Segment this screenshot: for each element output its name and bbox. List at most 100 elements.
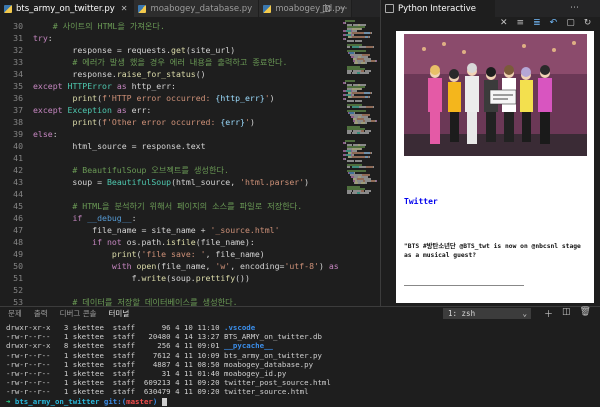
minimap-line <box>359 46 366 48</box>
terminal-select[interactable]: 1: zsh ⌄ <box>443 308 531 319</box>
split-terminal-icon[interactable]: ◫ <box>562 307 571 320</box>
line-number: 49 <box>0 248 23 260</box>
minimap-line <box>373 46 374 48</box>
code-line: 39else: <box>0 128 340 140</box>
code-line: 45 # HTML을 분석하기 위해서 페이지의 소스를 파일로 저장한다. <box>0 200 340 212</box>
more-actions-icon[interactable]: ⋯ <box>339 4 348 14</box>
output-link-twitter[interactable]: Twitter <box>404 197 438 206</box>
terminal-meta: -rw-r--r-- 1 skettee staff 31 4 11 01:40 <box>6 369 224 378</box>
minimap-line <box>366 106 373 108</box>
undo-icon[interactable]: ↶ <box>550 18 558 32</box>
minimap-line <box>349 46 350 48</box>
expand-icon[interactable]: ≣ <box>533 18 541 32</box>
code-token: as <box>117 81 132 91</box>
code-line: 33 # 에러가 발생 했을 경우 에러 내용을 출력하고 종료한다. <box>0 56 340 68</box>
code-token: except <box>33 81 68 91</box>
right-tab-bar: Python Interactive <box>381 0 600 17</box>
code-token: http_err: <box>132 81 176 91</box>
minimap-line <box>360 132 369 134</box>
python-file-icon <box>4 5 12 13</box>
code-token: + <box>201 225 211 235</box>
code-token <box>33 249 112 259</box>
panel-tab[interactable]: 문제 <box>8 308 22 319</box>
panel-tab[interactable]: 출력 <box>34 308 48 319</box>
trash-icon[interactable]: 🗑 <box>580 307 591 320</box>
clear-icon[interactable]: ✕ <box>500 18 508 32</box>
output-image <box>404 34 587 156</box>
line-number: 48 <box>0 236 23 248</box>
code-text: # 에러가 발생 했을 경우 에러 내용을 출력하고 종료한다. <box>33 56 287 68</box>
save-icon[interactable]: ▢ <box>566 18 575 32</box>
code-token: print <box>112 249 137 259</box>
line-number: 37 <box>0 104 23 116</box>
terminal-filename: .vscode <box>224 323 255 332</box>
line-number: 53 <box>0 296 23 306</box>
code-token: print <box>72 117 97 127</box>
line-number: 50 <box>0 260 23 272</box>
close-icon[interactable]: ⋯ <box>570 3 579 13</box>
code-token: if not <box>92 237 127 247</box>
code-token: Exception <box>68 105 117 115</box>
code-token: file_name <box>33 225 141 235</box>
minimap[interactable] <box>340 17 380 306</box>
code-token: requests. <box>122 45 171 55</box>
line-number: 41 <box>0 152 23 164</box>
code-line: 47 file_name = site_name + '_source.html… <box>0 224 340 236</box>
code-text: with open(file_name, 'w', encoding='utf-… <box>33 260 340 272</box>
terminal-prompt[interactable]: ➜ bts_army_on_twitter git:(master) <box>6 397 167 407</box>
code-token: else <box>33 129 53 139</box>
minimap-line <box>360 72 369 74</box>
terminal-filename: __pycache__ <box>224 341 273 350</box>
code-line: 35except HTTPError as http_err: <box>0 80 340 92</box>
output-divider <box>404 285 524 286</box>
minimap-line <box>373 166 374 168</box>
terminal-meta: -rw-r--r-- 1 skettee staff 7612 4 11 10:… <box>6 351 224 360</box>
code-line: 30 # 사이트의 HTML을 가져온다. <box>0 20 340 32</box>
code-token: : <box>48 33 53 43</box>
collapse-icon[interactable]: ≡ <box>517 18 525 32</box>
interactive-output: Twitter "BTS #방탄소년단 @BTS_twt is now on @… <box>396 31 594 303</box>
code-text: if not os.path.isfile(file_name): <box>33 236 255 248</box>
split-editor-icon[interactable]: ◫ <box>322 4 331 14</box>
code-token: site_name <box>146 225 200 235</box>
code-token: write <box>141 273 166 283</box>
code-token: # 데이터를 저장할 데이터베이스를 생성한다. <box>33 297 238 306</box>
panel-tab[interactable]: 터미널 <box>109 308 130 319</box>
editor-tab[interactable]: bts_army_on_twitter.py✕ <box>0 0 134 17</box>
code-text: if __debug__: <box>33 212 137 224</box>
add-terminal-icon[interactable]: ＋ <box>544 307 553 320</box>
line-number: 46 <box>0 212 23 224</box>
panel-tab[interactable]: 디버그 콘솔 <box>60 308 97 319</box>
tab-python-interactive[interactable]: Python Interactive <box>381 0 495 17</box>
editor-tab[interactable]: moabogey_database.py <box>134 0 259 17</box>
code-editor[interactable]: 30 # 사이트의 HTML을 가져온다.31try:32 response =… <box>0 17 340 306</box>
close-icon[interactable]: ✕ <box>121 4 128 13</box>
minimap-line <box>359 166 366 168</box>
code-line: 36 print(f'HTTP error occurred: {http_er… <box>0 92 340 104</box>
code-line: 52 <box>0 284 340 296</box>
code-line: 48 if not os.path.isfile(file_name): <box>0 236 340 248</box>
terminal-filename: BTS_ARMY_on_twitter.db <box>224 332 322 341</box>
prompt-part: bts_army_on_twitter <box>15 397 104 406</box>
code-token <box>33 93 72 103</box>
code-line: 44 <box>0 188 340 200</box>
code-token: 'html.parser' <box>240 177 304 187</box>
minimap-line <box>345 158 346 160</box>
terminal-filename: twitter_source.html <box>224 387 309 396</box>
code-line: 43 soup = BeautifulSoup(html_source, 'ht… <box>0 176 340 188</box>
code-text: print('file save: ', file_name) <box>33 248 265 260</box>
terminal-meta: drwxr-xr-x 3 skettee staff 96 4 10 11:10 <box>6 323 224 332</box>
editor-tab-label: moabogey_database.py <box>150 4 252 14</box>
minimap-line <box>345 82 346 84</box>
code-line: 38 print(f'Other error occurred: {err}') <box>0 116 340 128</box>
line-number: 40 <box>0 140 23 152</box>
terminal-filename: moabogey_database.py <box>224 360 313 369</box>
code-token: html_source <box>33 141 132 151</box>
line-number: 52 <box>0 284 23 296</box>
terminal-actions: ＋ ◫ 🗑 <box>544 307 591 320</box>
restart-icon[interactable]: ↻ <box>584 18 592 32</box>
code-token: ) <box>250 117 255 127</box>
code-text: # 데이터를 저장할 데이터베이스를 생성한다. <box>33 296 238 306</box>
terminal-meta: drwxr-xr-x 8 skettee staff 256 4 11 09:0… <box>6 341 224 350</box>
code-text: print(f'HTTP error occurred: {http_err}'… <box>33 92 275 104</box>
